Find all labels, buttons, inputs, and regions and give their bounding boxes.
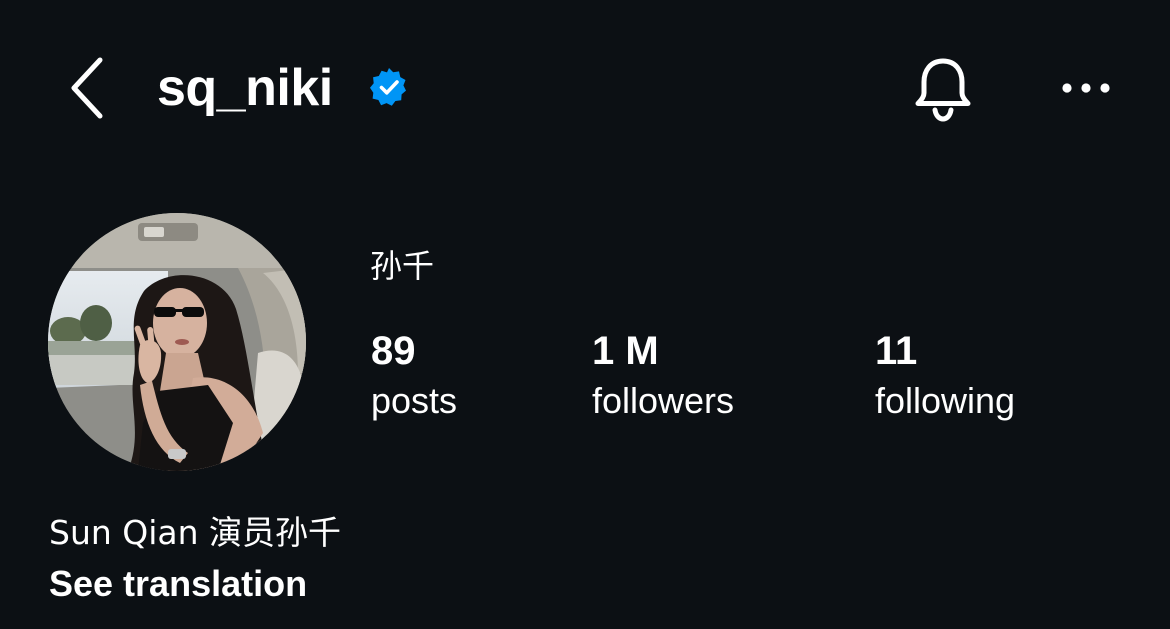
posts-label: posts [371,380,458,421]
avatar[interactable] [48,213,306,471]
see-translation-link[interactable]: See translation [49,560,307,608]
profile-bio: Sun Qian 演员孙千 [49,513,342,552]
followers-count: 1 M [592,329,659,373]
following-label: following [875,380,1016,421]
profile-display-name: 孙千 [370,247,435,285]
followers-label: followers [592,380,735,421]
more-options-button[interactable] [1052,68,1120,108]
verified-badge-icon [370,68,406,106]
back-button[interactable] [58,52,114,124]
profile-username: sq_niki [157,59,333,117]
bell-icon [915,58,971,122]
following-stat[interactable]: 11 following [875,325,1015,425]
profile-photo [48,213,306,471]
chevron-left-icon [71,57,103,119]
followers-stat[interactable]: 1 M followers [592,325,734,425]
notifications-button[interactable] [906,52,980,126]
posts-stat[interactable]: 89 posts [371,325,457,425]
posts-count: 89 [371,329,416,373]
following-count: 11 [875,329,918,373]
more-horizontal-icon [1062,83,1110,93]
